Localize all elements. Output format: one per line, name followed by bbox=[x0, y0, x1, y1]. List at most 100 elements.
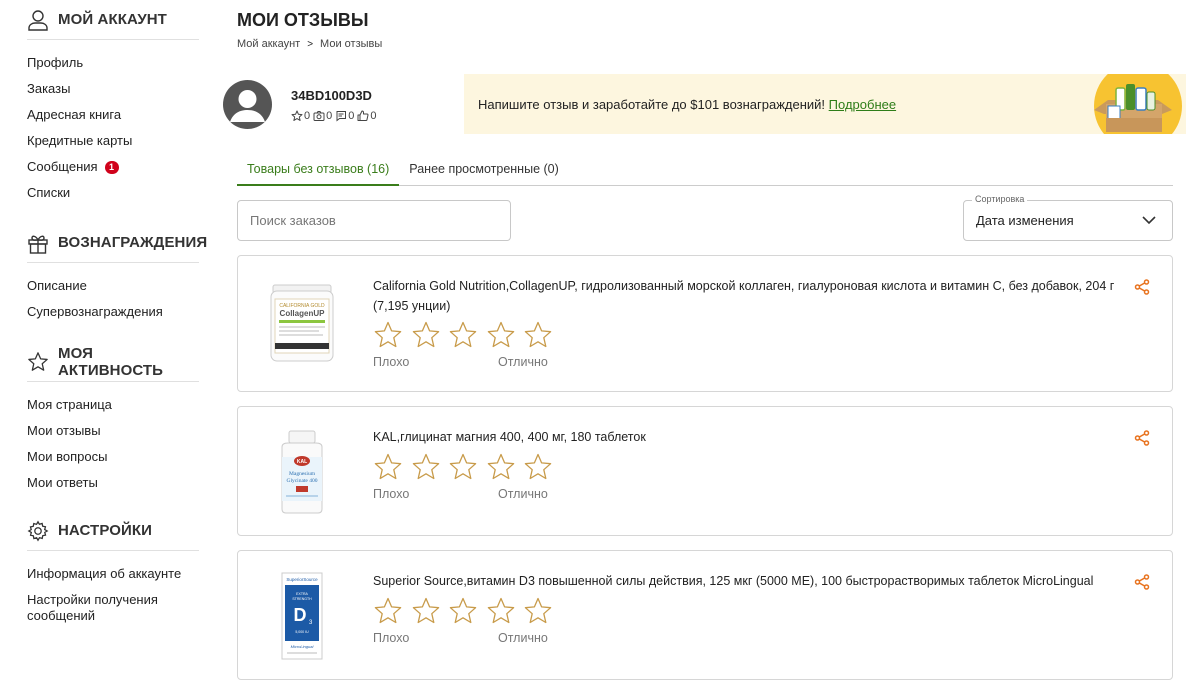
rating-label-high: Отлично bbox=[498, 487, 548, 501]
user-icon bbox=[27, 9, 49, 31]
stat-comments: 0 bbox=[335, 110, 354, 122]
rating-star-5[interactable] bbox=[523, 453, 553, 481]
rating-star-5[interactable] bbox=[523, 597, 553, 625]
sidebar-item-my-reviews[interactable]: Мои отзывы bbox=[27, 423, 199, 439]
sidebar-item-my-page[interactable]: Моя страница bbox=[27, 397, 199, 413]
breadcrumb-separator: > bbox=[307, 38, 314, 50]
rating-star-4[interactable] bbox=[486, 597, 516, 625]
svg-text:EXTRA: EXTRA bbox=[296, 592, 308, 596]
stat-stars: 0 bbox=[291, 110, 310, 122]
sidebar-item-rewards-overview[interactable]: Описание bbox=[27, 278, 199, 294]
camera-icon bbox=[313, 111, 325, 121]
rating-star-3[interactable] bbox=[448, 321, 478, 349]
rating-label-low: Плохо bbox=[373, 487, 410, 501]
stat-photos-value: 0 bbox=[326, 110, 333, 122]
share-icon[interactable] bbox=[1134, 430, 1150, 446]
page-title: МОИ ОТЗЫВЫ bbox=[237, 10, 369, 30]
rating-label-low: Плохо bbox=[373, 631, 410, 645]
sidebar-rewards-items: Описание Супервознаграждения bbox=[27, 263, 199, 320]
sort-select[interactable]: Сортировка Дата изменения bbox=[963, 194, 1173, 241]
sidebar-item-label: Мои вопросы bbox=[27, 449, 108, 464]
sidebar-item-my-questions[interactable]: Мои вопросы bbox=[27, 449, 199, 465]
order-search-input[interactable] bbox=[237, 200, 511, 241]
sidebar-item-my-answers[interactable]: Мои ответы bbox=[27, 475, 199, 491]
svg-text:Glycinate 400: Glycinate 400 bbox=[286, 478, 317, 484]
tab-previously-viewed[interactable]: Ранее просмотренные (0) bbox=[399, 156, 568, 186]
star-rating-input bbox=[373, 453, 561, 481]
share-icon[interactable] bbox=[1134, 279, 1150, 295]
promo-learn-more-link[interactable]: Подробнее bbox=[829, 97, 896, 112]
rating-star-4[interactable] bbox=[486, 453, 516, 481]
svg-text:KAL: KAL bbox=[297, 459, 307, 465]
sidebar-item-label: Сообщения bbox=[27, 159, 98, 174]
sidebar-item-messages[interactable]: Сообщения 1 bbox=[27, 159, 199, 175]
rating-star-1[interactable] bbox=[373, 597, 403, 625]
svg-text:CollagenUP: CollagenUP bbox=[280, 309, 326, 318]
product-image[interactable]: CALIFORNIA GOLD CollagenUP bbox=[258, 278, 346, 368]
sidebar-settings-items: Информация об аккаунте Настройки получен… bbox=[27, 551, 199, 624]
account-sidebar: МОЙ АККАУНТ Профиль Заказы Адресная книг… bbox=[27, 0, 207, 634]
sidebar-section-title: НАСТРОЙКИ bbox=[58, 522, 153, 539]
promo-message: Напишите отзыв и заработайте до $101 воз… bbox=[478, 96, 829, 112]
product-box-illustration bbox=[1094, 74, 1182, 134]
breadcrumb: Мой аккаунт > Мои отзывы bbox=[237, 38, 382, 50]
rating-star-4[interactable] bbox=[486, 321, 516, 349]
product-review-card: SuperiorSource EXTRA STRENGTH D 3 5,000 … bbox=[237, 550, 1173, 680]
username: 34BD100D3D bbox=[291, 88, 372, 103]
rating-star-1[interactable] bbox=[373, 453, 403, 481]
sidebar-item-label: Адресная книга bbox=[27, 107, 122, 122]
sidebar-item-label: Мои ответы bbox=[27, 475, 98, 490]
share-icon[interactable] bbox=[1134, 574, 1150, 590]
gear-icon bbox=[27, 520, 49, 542]
product-image[interactable]: KAL Magnesium Glycinate 400 bbox=[258, 427, 346, 517]
rating-star-5[interactable] bbox=[523, 321, 553, 349]
chevron-down-icon bbox=[1142, 216, 1156, 225]
star-outline-icon bbox=[291, 110, 303, 121]
review-tabs: Товары без отзывов (16) Ранее просмотрен… bbox=[237, 156, 1173, 186]
svg-text:Magnesium: Magnesium bbox=[289, 471, 316, 477]
star-outline-icon bbox=[27, 351, 49, 373]
sidebar-item-profile[interactable]: Профиль bbox=[27, 55, 199, 71]
tab-unreviewed-products[interactable]: Товары без отзывов (16) bbox=[237, 156, 400, 186]
stat-photos: 0 bbox=[313, 110, 332, 122]
rating-star-3[interactable] bbox=[448, 453, 478, 481]
rating-star-2[interactable] bbox=[411, 321, 441, 349]
star-rating-input bbox=[373, 597, 561, 625]
sidebar-item-account-info[interactable]: Информация об аккаунте bbox=[27, 566, 199, 582]
product-name[interactable]: California Gold Nutrition,CollagenUP, ги… bbox=[373, 277, 1128, 316]
rating-star-2[interactable] bbox=[411, 597, 441, 625]
breadcrumb-link-account[interactable]: Мой аккаунт bbox=[237, 38, 300, 50]
sidebar-item-label: Списки bbox=[27, 185, 71, 200]
sidebar-item-orders[interactable]: Заказы bbox=[27, 81, 199, 97]
rating-star-2[interactable] bbox=[411, 453, 441, 481]
sidebar-item-address-book[interactable]: Адресная книга bbox=[27, 107, 199, 123]
sort-selected-value: Дата изменения bbox=[976, 213, 1074, 228]
thumbs-up-icon bbox=[357, 110, 369, 121]
unread-count-badge: 1 bbox=[104, 160, 119, 174]
sidebar-item-lists[interactable]: Списки bbox=[27, 185, 199, 201]
review-rewards-banner: Напишите отзыв и заработайте до $101 воз… bbox=[464, 74, 1186, 134]
star-rating-input bbox=[373, 321, 561, 349]
sidebar-item-label: Мои отзывы bbox=[27, 423, 101, 438]
product-name[interactable]: KAL,глицинат магния 400, 400 мг, 180 таб… bbox=[373, 428, 1128, 448]
sidebar-section-title: МОЯ АКТИВНОСТЬ bbox=[58, 344, 164, 379]
sidebar-item-notification-settings[interactable]: Настройки получения сообщений bbox=[27, 592, 199, 624]
collagenup-tub-image: CALIFORNIA GOLD CollagenUP bbox=[270, 284, 334, 362]
gift-icon bbox=[27, 232, 49, 254]
sidebar-section-title: ВОЗНАГРАЖДЕНИЯ bbox=[58, 234, 208, 251]
sidebar-item-label: Информация об аккаунте bbox=[27, 566, 182, 581]
sidebar-item-credit-cards[interactable]: Кредитные карты bbox=[27, 133, 199, 149]
svg-text:SuperiorSource: SuperiorSource bbox=[286, 577, 318, 582]
rating-star-3[interactable] bbox=[448, 597, 478, 625]
sidebar-section-title: МОЙ АККАУНТ bbox=[58, 11, 167, 28]
sidebar-item-super-rewards[interactable]: Супервознаграждения bbox=[27, 304, 199, 320]
rating-star-1[interactable] bbox=[373, 321, 403, 349]
sidebar-account-items: Профиль Заказы Адресная книга Кредитные … bbox=[27, 40, 199, 201]
breadcrumb-current: Мои отзывы bbox=[320, 38, 383, 50]
product-image[interactable]: SuperiorSource EXTRA STRENGTH D 3 5,000 … bbox=[258, 571, 346, 661]
product-name[interactable]: Superior Source,витамин D3 повышенной си… bbox=[373, 572, 1128, 592]
sidebar-item-label: Настройки получения сообщений bbox=[27, 592, 158, 623]
sidebar-item-label: Заказы bbox=[27, 81, 71, 96]
rating-label-high: Отлично bbox=[498, 631, 548, 645]
svg-text:D: D bbox=[294, 605, 307, 625]
